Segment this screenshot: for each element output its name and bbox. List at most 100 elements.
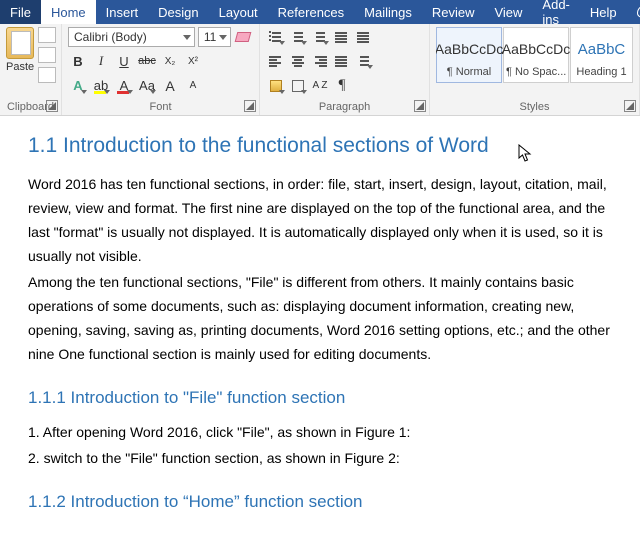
show-marks-button[interactable]: ¶: [332, 76, 352, 96]
align-left-button[interactable]: [266, 51, 286, 71]
tab-addins[interactable]: Add-ins: [532, 0, 579, 24]
italic-button[interactable]: I: [91, 51, 111, 71]
eraser-icon: [235, 32, 252, 42]
tab-home[interactable]: Home: [41, 0, 96, 24]
highlight-button[interactable]: ab: [91, 76, 111, 96]
font-color-button[interactable]: A: [114, 76, 134, 96]
styles-group-label: Styles: [436, 100, 633, 114]
tab-mailings[interactable]: Mailings: [354, 0, 422, 24]
styles-launcher[interactable]: [624, 100, 636, 112]
chevron-down-icon: [301, 41, 307, 45]
tell-me[interactable]: Te: [627, 0, 640, 24]
bulb-icon: [637, 6, 640, 18]
align-center-icon: [291, 55, 305, 67]
paragraph-text: 2. switch to the "File" function section…: [28, 446, 612, 470]
align-right-icon: [313, 55, 327, 67]
grow-font-button[interactable]: A: [160, 76, 180, 96]
cut-button[interactable]: [38, 27, 56, 43]
chevron-down-icon: [323, 41, 329, 45]
sort-button[interactable]: A Z: [310, 76, 330, 96]
justify-icon: [335, 55, 349, 67]
subscript-button[interactable]: X₂: [160, 51, 180, 71]
shrink-font-button[interactable]: A: [183, 76, 203, 96]
font-group-label: Font: [68, 100, 253, 114]
align-right-button[interactable]: [310, 51, 330, 71]
group-font: Calibri (Body) 11 B I U abc X₂ X² A ab A…: [62, 24, 260, 115]
paragraph-launcher[interactable]: [414, 100, 426, 112]
align-left-icon: [269, 55, 283, 67]
decrease-indent-button[interactable]: [332, 27, 352, 47]
change-case-button[interactable]: Aa: [137, 76, 157, 96]
style-heading1[interactable]: AaBbC Heading 1: [570, 27, 633, 83]
font-size-value: 11: [204, 30, 216, 44]
styles-gallery[interactable]: AaBbCcDc ¶ Normal AaBbCcDc ¶ No Spac... …: [436, 27, 633, 83]
ribbon: Paste Clipboard Calibri (Body) 11 B I U …: [0, 24, 640, 116]
shading-button[interactable]: [266, 76, 286, 96]
justify-button[interactable]: [332, 51, 352, 71]
underline-button[interactable]: U: [114, 51, 134, 71]
tab-layout[interactable]: Layout: [209, 0, 268, 24]
heading-2: 1.1.1 Introduction to "File" function se…: [28, 388, 612, 408]
tab-view[interactable]: View: [484, 0, 532, 24]
numbering-button[interactable]: [288, 27, 308, 47]
bullets-button[interactable]: [266, 27, 286, 47]
paragraph-text: Among the ten functional sections, "File…: [28, 270, 612, 366]
chevron-down-icon: [150, 90, 156, 94]
chevron-down-icon: [279, 90, 285, 94]
copy-button[interactable]: [38, 47, 56, 63]
paragraph-text: Word 2016 has ten functional sections, i…: [28, 172, 612, 268]
chevron-down-icon: [301, 90, 307, 94]
style-normal[interactable]: AaBbCcDc ¶ Normal: [436, 27, 502, 83]
style-name: ¶ Normal: [447, 66, 491, 78]
chevron-down-icon: [219, 35, 227, 40]
outdent-icon: [335, 31, 349, 43]
chevron-down-icon: [367, 65, 373, 69]
tab-review[interactable]: Review: [422, 0, 485, 24]
style-preview: AaBbCcDc: [502, 32, 570, 66]
chevron-down-icon: [279, 41, 285, 45]
font-size-combo[interactable]: 11: [198, 27, 231, 47]
line-spacing-button[interactable]: [354, 51, 374, 71]
style-preview: AaBbC: [578, 32, 626, 66]
paste-button[interactable]: Paste: [6, 27, 34, 83]
style-name: Heading 1: [576, 66, 626, 78]
tab-insert[interactable]: Insert: [96, 0, 149, 24]
bold-button[interactable]: B: [68, 51, 88, 71]
font-name-combo[interactable]: Calibri (Body): [68, 27, 195, 47]
superscript-button[interactable]: X²: [183, 51, 203, 71]
style-preview: AaBbCcDc: [436, 32, 503, 66]
style-no-spacing[interactable]: AaBbCcDc ¶ No Spac...: [503, 27, 569, 83]
style-name: ¶ No Spac...: [506, 66, 566, 78]
multilevel-button[interactable]: [310, 27, 330, 47]
clipboard-launcher[interactable]: [46, 100, 58, 112]
font-launcher[interactable]: [244, 100, 256, 112]
chevron-down-icon: [127, 90, 133, 94]
tab-references[interactable]: References: [268, 0, 354, 24]
chevron-down-icon: [104, 90, 110, 94]
text-effects-button[interactable]: A: [68, 76, 88, 96]
group-styles: AaBbCcDc ¶ Normal AaBbCcDc ¶ No Spac... …: [430, 24, 640, 115]
borders-button[interactable]: [288, 76, 308, 96]
heading-1: 1.1 Introduction to the functional secti…: [28, 134, 612, 158]
group-clipboard: Paste Clipboard: [0, 24, 62, 115]
chevron-down-icon: [81, 90, 87, 94]
align-center-button[interactable]: [288, 51, 308, 71]
chevron-down-icon: [183, 35, 191, 40]
paste-label: Paste: [6, 61, 34, 73]
tab-help[interactable]: Help: [580, 0, 627, 24]
indent-icon: [357, 31, 371, 43]
group-paragraph: A Z ¶ Paragraph: [260, 24, 430, 115]
heading-2: 1.1.2 Introduction to “Home” function se…: [28, 492, 612, 512]
document-body[interactable]: 1.1 Introduction to the functional secti…: [0, 116, 640, 560]
paragraph-text: 1. After opening Word 2016, click "File"…: [28, 420, 612, 444]
increase-indent-button[interactable]: [354, 27, 374, 47]
font-name-value: Calibri (Body): [74, 30, 147, 44]
strike-button[interactable]: abc: [137, 51, 157, 71]
menu-bar: File Home Insert Design Layout Reference…: [0, 0, 640, 24]
format-painter-button[interactable]: [38, 67, 56, 83]
tab-design[interactable]: Design: [148, 0, 208, 24]
tab-file[interactable]: File: [0, 0, 41, 24]
paragraph-group-label: Paragraph: [266, 100, 423, 114]
paste-icon: [6, 27, 34, 59]
clear-formatting-button[interactable]: [234, 27, 253, 47]
